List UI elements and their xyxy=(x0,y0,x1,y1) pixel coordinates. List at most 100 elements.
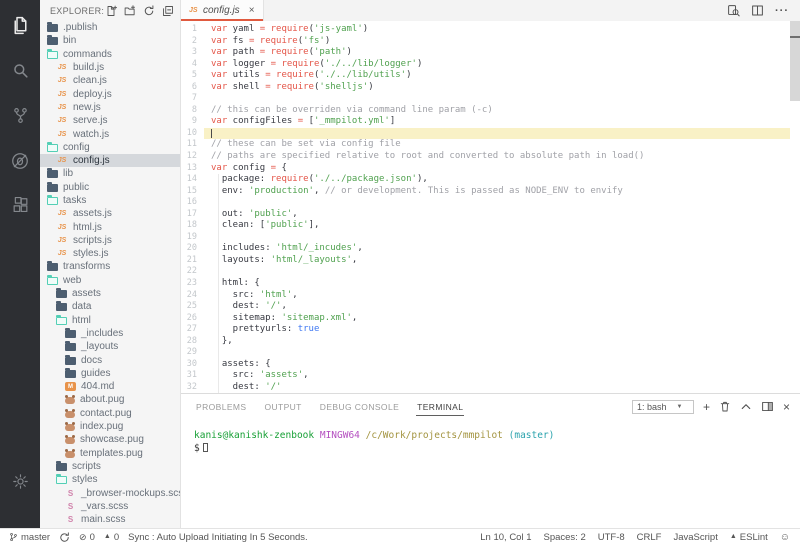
tree-item-deploy-js[interactable]: JS deploy.js xyxy=(40,87,180,100)
tree-item--includes[interactable]: _includes xyxy=(40,327,180,340)
tree-item-data[interactable]: data xyxy=(40,300,180,313)
tree-item-assets-js[interactable]: JS assets.js xyxy=(40,207,180,220)
code-line-2[interactable]: 2 var fs = require('fs') xyxy=(181,36,800,48)
new-folder-icon[interactable] xyxy=(123,4,137,18)
code-line-4[interactable]: 4 var logger = require('./../lib/logger') xyxy=(181,59,800,71)
tree-item-contact-pug[interactable]: contact.pug xyxy=(40,407,180,420)
code-line-13[interactable]: 13 var config = { xyxy=(181,163,800,175)
code-line-23[interactable]: 23 html: { xyxy=(181,278,800,290)
code-line-11[interactable]: 11 // these can be set via config file xyxy=(181,139,800,151)
open-preview-icon[interactable] xyxy=(727,4,740,17)
tree-item-watch-js[interactable]: JS watch.js xyxy=(40,127,180,140)
code-line-9[interactable]: 9 var configFiles = ['_mmpilot.yml'] xyxy=(181,116,800,128)
code-line-21[interactable]: 21 layouts: 'html/_layouts', xyxy=(181,255,800,267)
files-icon[interactable] xyxy=(0,3,40,48)
tree-item-scripts[interactable]: scripts xyxy=(40,460,180,473)
more-actions-icon[interactable]: ··· xyxy=(775,5,789,17)
panel-tab-debug-console[interactable]: DEBUG CONSOLE xyxy=(319,397,400,416)
terminal-select[interactable]: 1: bash ▼ xyxy=(631,399,694,414)
tree-item--vars-scss[interactable]: S _vars.scss xyxy=(40,500,180,513)
new-file-icon[interactable] xyxy=(104,4,118,18)
code-line-15[interactable]: 15 env: 'production', // or development.… xyxy=(181,186,800,198)
tree-item-lib[interactable]: lib xyxy=(40,167,180,180)
extensions-icon[interactable] xyxy=(0,183,40,228)
tree-item-assets[interactable]: assets xyxy=(40,287,180,300)
code-line-28[interactable]: 28 }, xyxy=(181,336,800,348)
code-line-32[interactable]: 32 dest: '/' xyxy=(181,382,800,393)
collapse-all-icon[interactable] xyxy=(161,4,175,18)
panel-tab-output[interactable]: OUTPUT xyxy=(263,397,302,416)
tree-item-build-js[interactable]: JS build.js xyxy=(40,61,180,74)
status-eslint[interactable]: ▲ ESLint xyxy=(730,532,768,543)
status-0[interactable]: ⊘ 0 xyxy=(79,532,95,543)
code-line-8[interactable]: 8 // this can be overriden via command li… xyxy=(181,105,800,117)
code-line-14[interactable]: 14 package: require('./../package.json')… xyxy=(181,174,800,186)
maximize-panel-icon[interactable] xyxy=(740,401,752,413)
tree-item-tasks[interactable]: tasks xyxy=(40,194,180,207)
tree-item-guides[interactable]: guides xyxy=(40,367,180,380)
code-line-26[interactable]: 26 sitemap: 'sitemap.xml', xyxy=(181,313,800,325)
new-terminal-icon[interactable]: + xyxy=(703,400,710,414)
refresh-icon[interactable] xyxy=(142,4,156,18)
code-line-19[interactable]: 19 xyxy=(181,232,800,244)
tree-item-html-js[interactable]: JS html.js xyxy=(40,220,180,233)
code-line-12[interactable]: 12 // paths are specified relative to roo… xyxy=(181,151,800,163)
editor-scrollbar[interactable] xyxy=(790,21,800,393)
code-line-30[interactable]: 30 assets: { xyxy=(181,359,800,371)
status-0[interactable]: ▲ 0 xyxy=(104,532,119,543)
tree-item-bin[interactable]: bin xyxy=(40,34,180,47)
code-line-7[interactable]: 7 xyxy=(181,93,800,105)
code-line-25[interactable]: 25 dest: '/', xyxy=(181,301,800,313)
tree-item-config-js[interactable]: JS config.js xyxy=(40,153,180,168)
tab-close-icon[interactable]: × xyxy=(249,5,255,16)
tab-config-js[interactable]: JS config.js × xyxy=(181,0,264,21)
status-utf-8[interactable]: UTF-8 xyxy=(598,532,625,543)
code-line-16[interactable]: 16 xyxy=(181,197,800,209)
tree-item-main-scss[interactable]: Smain.scss xyxy=(40,513,180,526)
kill-terminal-icon[interactable] xyxy=(719,400,731,413)
tree-item-commands[interactable]: commands xyxy=(40,48,180,61)
tree-item-web[interactable]: web xyxy=(40,274,180,287)
tree-item-index-pug[interactable]: index.pug xyxy=(40,420,180,433)
code-line-24[interactable]: 24 src: 'html', xyxy=(181,290,800,302)
code-line-29[interactable]: 29 xyxy=(181,347,800,359)
tree-item-transforms[interactable]: transforms xyxy=(40,260,180,273)
code-editor[interactable]: 1 var yaml = require('js-yaml') 2 var fs = … xyxy=(181,21,800,393)
search-icon[interactable] xyxy=(0,48,40,93)
status-spaces-2[interactable]: Spaces: 2 xyxy=(544,532,586,543)
tree-item--browser-mockups-scss[interactable]: S _browser-mockups.scss xyxy=(40,486,180,499)
tree-item-public[interactable]: public xyxy=(40,181,180,194)
code-line-1[interactable]: 1 var yaml = require('js-yaml') xyxy=(181,24,800,36)
status-master[interactable]: master xyxy=(9,531,50,543)
code-line-6[interactable]: 6 var shell = require('shelljs') xyxy=(181,82,800,94)
code-line-3[interactable]: 3 var path = require('path') xyxy=(181,47,800,59)
debug-icon[interactable] xyxy=(0,138,40,183)
tree-item-scripts-js[interactable]: JS scripts.js xyxy=(40,234,180,247)
split-editor-icon[interactable] xyxy=(751,4,764,17)
status-sync[interactable] xyxy=(59,531,70,543)
scrollbar-thumb[interactable] xyxy=(790,21,800,101)
tree-item-serve-js[interactable]: JS serve.js xyxy=(40,114,180,127)
status-javascript[interactable]: JavaScript xyxy=(673,532,717,543)
code-line-22[interactable]: 22 xyxy=(181,266,800,278)
code-line-20[interactable]: 20 includes: 'html/_incudes', xyxy=(181,243,800,255)
panel-tab-problems[interactable]: PROBLEMS xyxy=(195,397,247,416)
close-panel-icon[interactable]: × xyxy=(783,400,790,414)
tree-item-html[interactable]: html xyxy=(40,314,180,327)
code-line-27[interactable]: 27 prettyurls: true xyxy=(181,324,800,336)
code-line-31[interactable]: 31 src: 'assets', xyxy=(181,370,800,382)
code-line-17[interactable]: 17 out: 'public', xyxy=(181,209,800,221)
tree-item-new-js[interactable]: JS new.js xyxy=(40,101,180,114)
status-crlf[interactable]: CRLF xyxy=(637,532,662,543)
code-line-18[interactable]: 18 clean: ['public'], xyxy=(181,220,800,232)
panel-tab-terminal[interactable]: TERMINAL xyxy=(416,397,465,416)
status-smiley[interactable]: ☺ xyxy=(780,532,790,543)
tree-item-clean-js[interactable]: JS clean.js xyxy=(40,74,180,87)
status-ln-10-col-1[interactable]: Ln 10, Col 1 xyxy=(480,532,531,543)
tree-item-404-md[interactable]: M 404.md xyxy=(40,380,180,393)
tree-item-styles[interactable]: styles xyxy=(40,473,180,486)
tree-item-showcase-pug[interactable]: showcase.pug xyxy=(40,433,180,446)
code-line-10[interactable]: 10 xyxy=(181,127,800,140)
tree-item--layouts[interactable]: _layouts xyxy=(40,340,180,353)
tree-item-about-pug[interactable]: about.pug xyxy=(40,393,180,406)
